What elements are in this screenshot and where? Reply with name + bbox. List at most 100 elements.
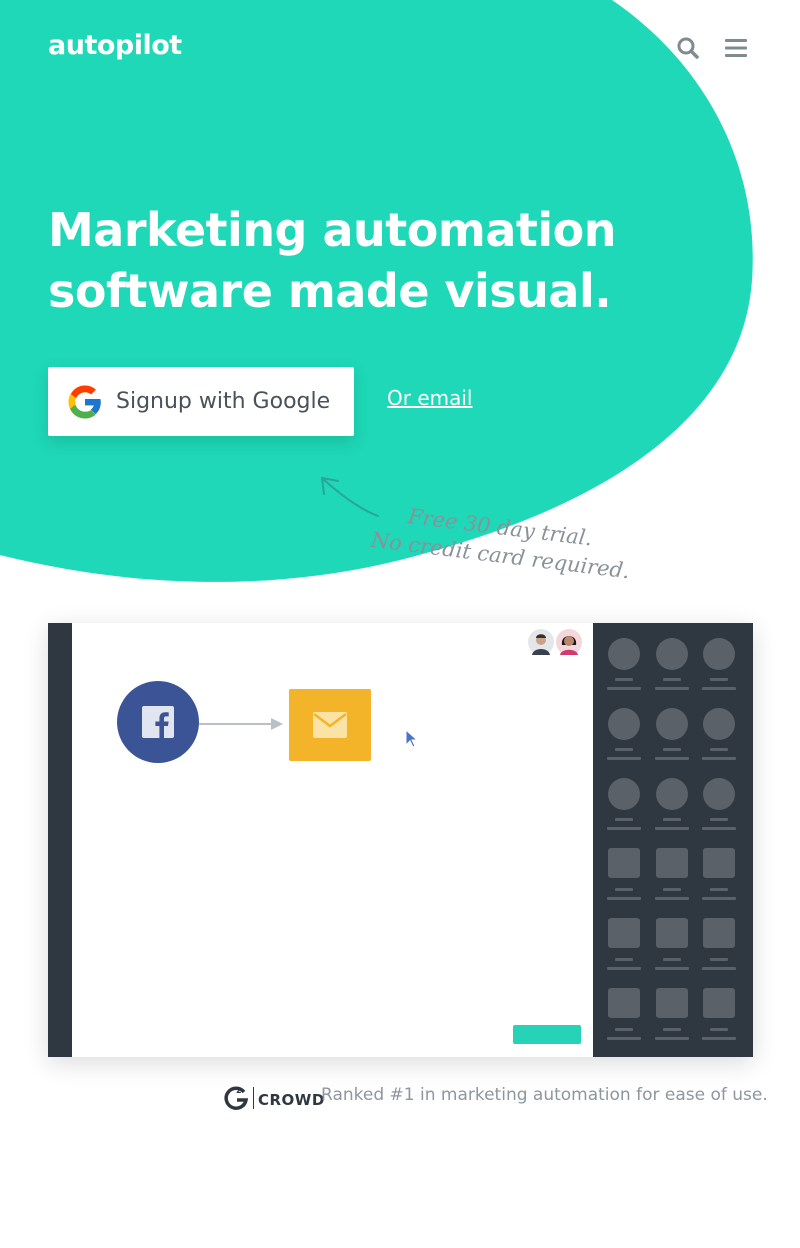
palette-label-placeholder <box>655 757 689 760</box>
palette-circle-icon <box>656 708 688 740</box>
palette-square-icon <box>703 918 735 948</box>
mouse-pointer-icon <box>405 729 419 748</box>
ranking-text: Ranked #1 in marketing automation for ea… <box>321 1085 768 1105</box>
hero-title: Marketing automation software made visua… <box>48 200 648 322</box>
facebook-trigger-node[interactable] <box>117 681 199 763</box>
palette-square-icon <box>656 988 688 1018</box>
autopilot-logo[interactable]: autopilot <box>48 30 182 61</box>
palette-label-placeholder <box>710 888 728 891</box>
palette-node-item[interactable] <box>652 638 692 694</box>
palette-label-placeholder <box>710 958 728 961</box>
palette-label-placeholder <box>710 1028 728 1031</box>
palette-label-placeholder <box>655 1037 689 1040</box>
palette-node-item[interactable] <box>604 778 644 834</box>
palette-label-placeholder <box>710 678 728 681</box>
hamburger-menu-icon <box>725 39 747 57</box>
palette-node-item[interactable] <box>699 918 739 974</box>
palette-node-item[interactable] <box>699 638 739 694</box>
palette-node-item[interactable] <box>604 708 644 764</box>
palette-label-placeholder <box>663 818 681 821</box>
palette-square-icon <box>656 848 688 878</box>
palette-label-placeholder <box>607 967 641 970</box>
palette-square-icon <box>608 918 640 948</box>
search-button[interactable] <box>674 34 702 62</box>
g2-crowd-badge[interactable]: 2 CROWD <box>222 1084 325 1112</box>
female-avatar <box>554 627 584 657</box>
palette-label-placeholder <box>655 687 689 690</box>
flow-connector-arrow <box>199 718 283 730</box>
palette-node-item[interactable] <box>652 848 692 904</box>
palette-square-icon <box>656 918 688 948</box>
palette-circle-icon <box>703 778 735 810</box>
palette-square-icon <box>703 848 735 878</box>
canvas-action-button[interactable] <box>513 1025 581 1044</box>
app-left-sidebar <box>48 623 72 1057</box>
palette-circle-icon <box>703 708 735 740</box>
palette-circle-icon <box>703 638 735 670</box>
palette-node-item[interactable] <box>604 848 644 904</box>
google-button-label: Signup with Google <box>116 389 331 414</box>
palette-circle-icon <box>608 708 640 740</box>
palette-square-icon <box>608 848 640 878</box>
palette-node-item[interactable] <box>604 918 644 974</box>
hero-title-line-1: Marketing automation <box>48 203 616 257</box>
palette-circle-icon <box>656 638 688 670</box>
send-email-node[interactable] <box>289 689 371 761</box>
search-icon <box>677 37 699 59</box>
palette-node-item[interactable] <box>699 778 739 834</box>
envelope-icon <box>313 712 347 738</box>
palette-square-icon <box>608 988 640 1018</box>
palette-label-placeholder <box>607 897 641 900</box>
palette-node-item[interactable] <box>699 708 739 764</box>
palette-label-placeholder <box>663 888 681 891</box>
palette-label-placeholder <box>607 757 641 760</box>
palette-node-item[interactable] <box>699 988 739 1044</box>
palette-label-placeholder <box>615 678 633 681</box>
node-palette-panel <box>593 623 753 1057</box>
palette-node-item[interactable] <box>652 918 692 974</box>
palette-node-item[interactable] <box>604 638 644 694</box>
palette-label-placeholder <box>615 818 633 821</box>
app-preview-frame <box>48 623 753 1057</box>
palette-label-placeholder <box>615 1028 633 1031</box>
palette-label-placeholder <box>663 1028 681 1031</box>
palette-label-placeholder <box>615 748 633 751</box>
palette-label-placeholder <box>655 897 689 900</box>
palette-node-item[interactable] <box>652 708 692 764</box>
palette-label-placeholder <box>607 1037 641 1040</box>
hero-title-line-2: software made visual. <box>48 264 612 318</box>
palette-square-icon <box>703 988 735 1018</box>
menu-button[interactable] <box>722 36 750 60</box>
palette-circle-icon <box>608 638 640 670</box>
palette-label-placeholder <box>663 958 681 961</box>
palette-label-placeholder <box>607 827 641 830</box>
palette-circle-icon <box>656 778 688 810</box>
journey-canvas <box>72 623 593 1057</box>
palette-label-placeholder <box>702 1037 736 1040</box>
palette-label-placeholder <box>655 827 689 830</box>
svg-text:2: 2 <box>236 1086 242 1095</box>
palette-label-placeholder <box>655 967 689 970</box>
signup-with-google-button[interactable]: Signup with Google <box>48 367 354 436</box>
palette-label-placeholder <box>663 678 681 681</box>
male-avatar <box>526 627 556 657</box>
palette-node-item[interactable] <box>604 988 644 1044</box>
palette-node-item[interactable] <box>699 848 739 904</box>
or-email-link[interactable]: Or email <box>387 386 472 410</box>
g2-logo-icon: 2 <box>224 1086 249 1110</box>
palette-label-placeholder <box>702 827 736 830</box>
palette-label-placeholder <box>702 897 736 900</box>
palette-label-placeholder <box>607 687 641 690</box>
palette-label-placeholder <box>710 818 728 821</box>
facebook-icon <box>142 706 174 738</box>
palette-label-placeholder <box>702 757 736 760</box>
node-palette <box>593 623 753 1057</box>
palette-label-placeholder <box>710 748 728 751</box>
palette-label-placeholder <box>702 687 736 690</box>
palette-node-item[interactable] <box>652 778 692 834</box>
palette-node-item[interactable] <box>652 988 692 1044</box>
palette-label-placeholder <box>615 888 633 891</box>
palette-label-placeholder <box>702 967 736 970</box>
g2-divider <box>253 1087 254 1109</box>
g2-crowd-label: CROWD <box>258 1091 325 1109</box>
